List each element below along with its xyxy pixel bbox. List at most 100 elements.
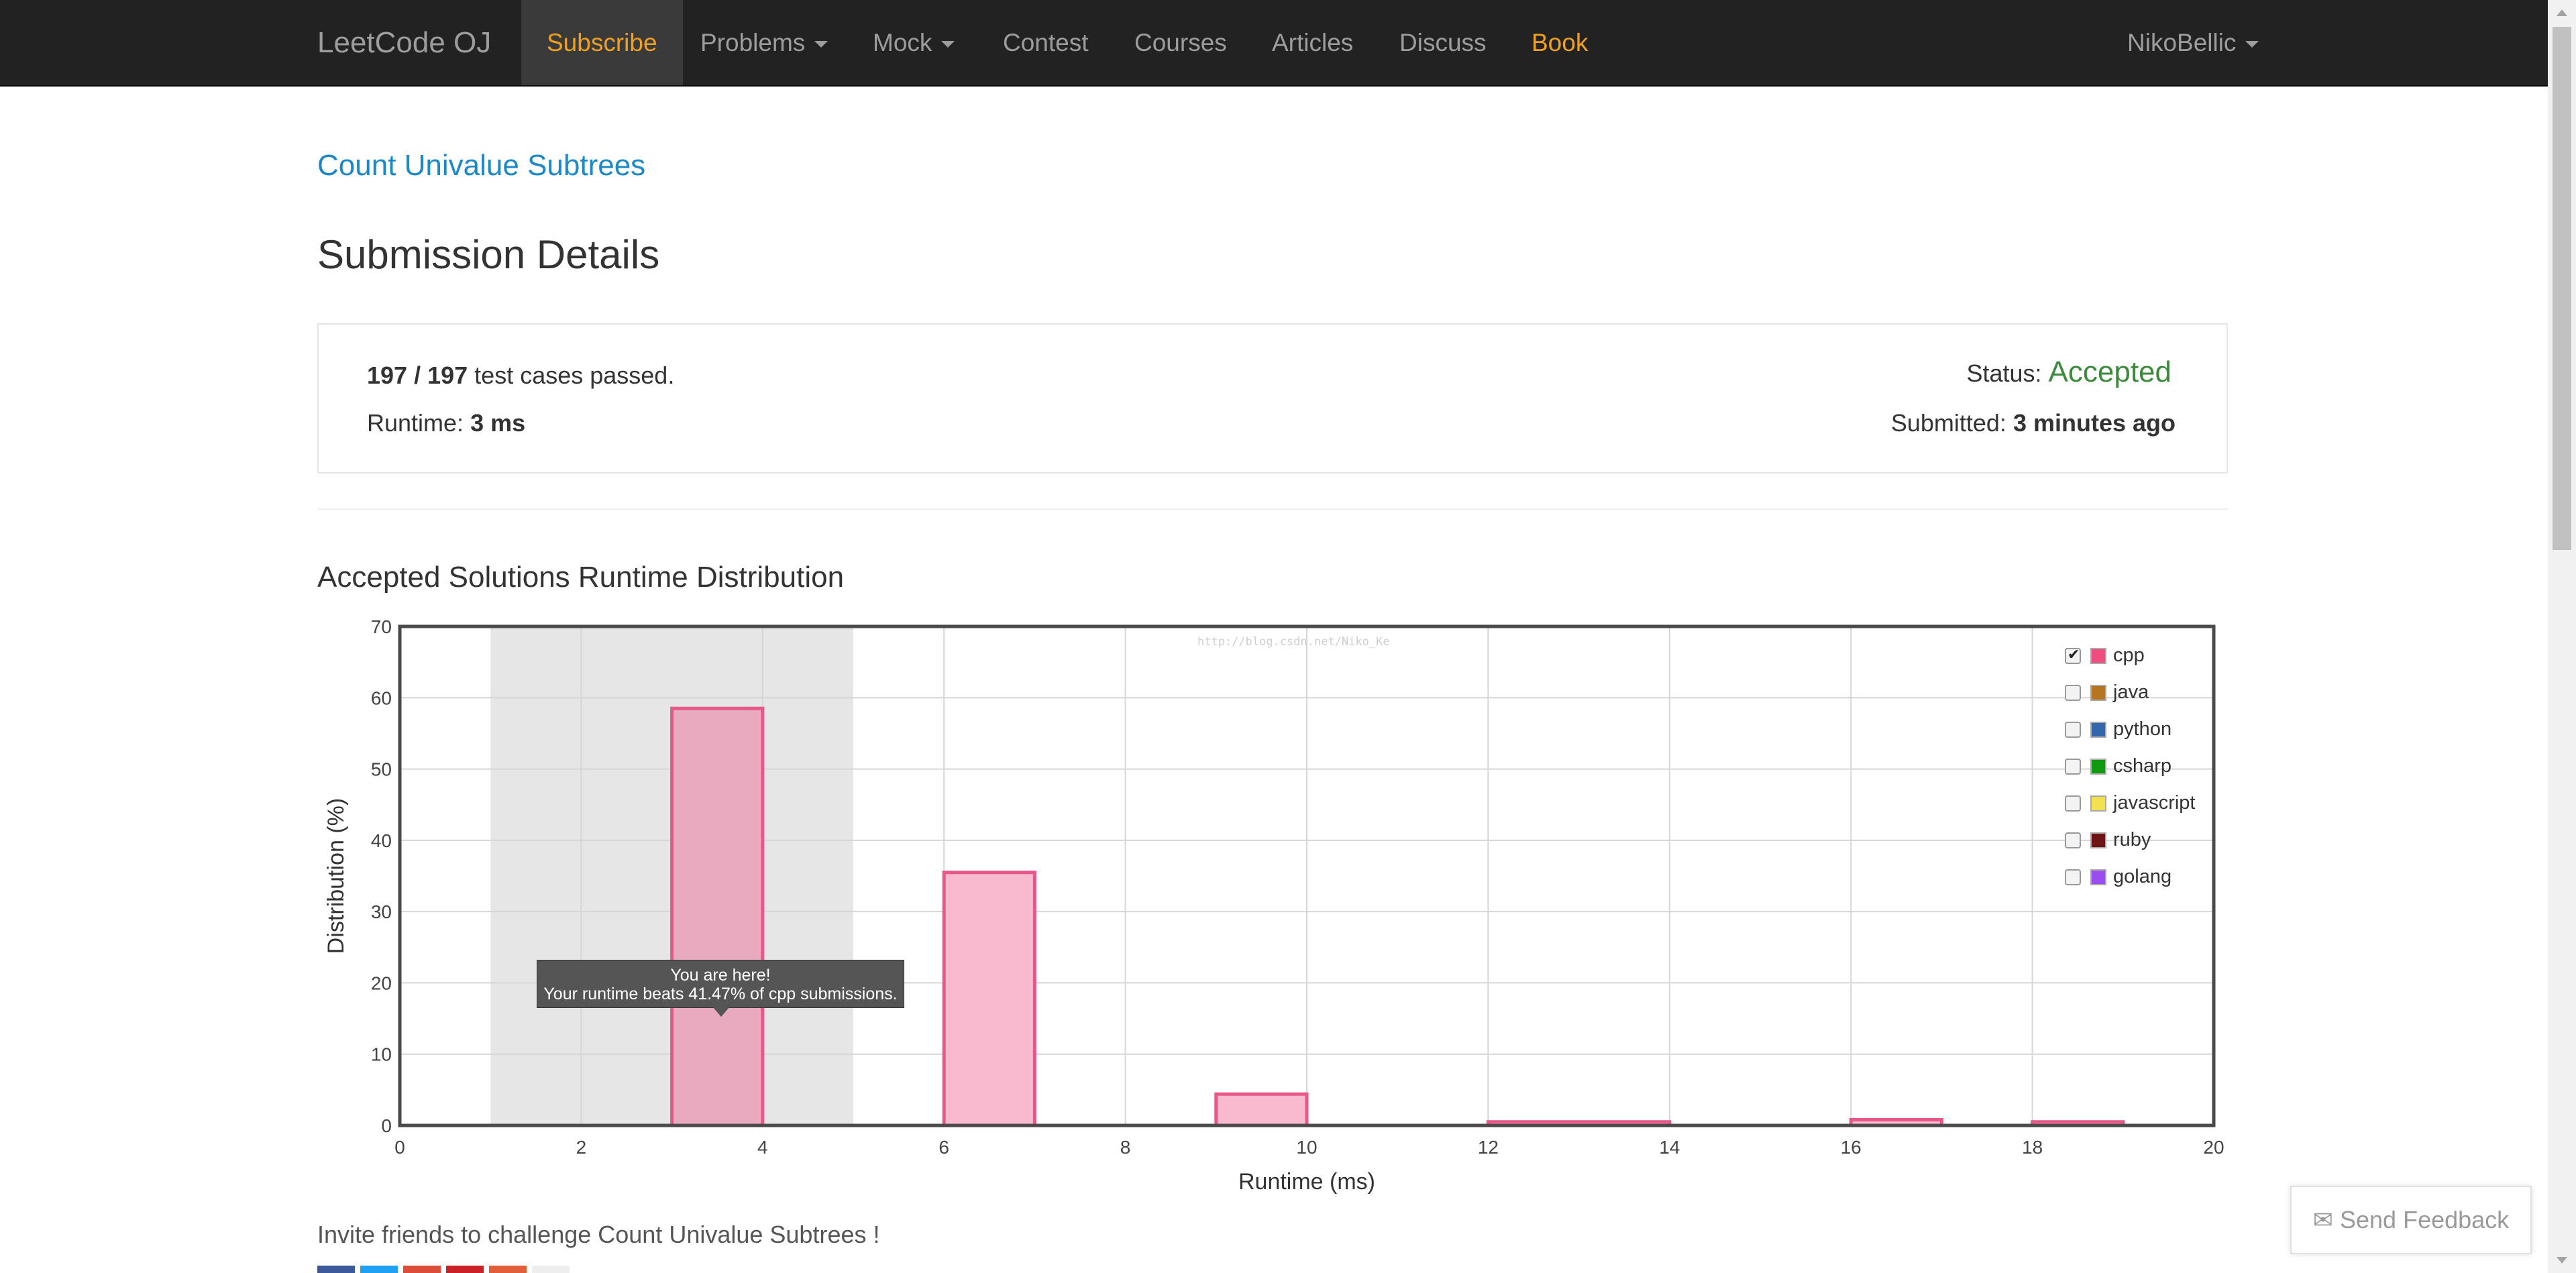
status-text: Status: Accepted xyxy=(1966,355,2171,389)
nav-mock[interactable]: Mock xyxy=(873,0,955,85)
legend-checkbox[interactable] xyxy=(2065,832,2081,848)
user-name: NikoBellic xyxy=(2127,29,2237,56)
runtime-distribution-chart: 0 10 20 30 40 50 60 70 0 2 4 6 8 10 12 14 16 18 20 Runtime … xyxy=(323,616,2224,1195)
legend-checkbox[interactable] xyxy=(2065,758,2081,775)
y-tick-label: 10 xyxy=(371,1044,392,1065)
nav-discuss[interactable]: Discuss xyxy=(1399,0,1487,85)
top-navbar: LeetCode OJ Subscribe Problems Mock Cont… xyxy=(0,0,2548,87)
x-tick-label: 6 xyxy=(938,1137,949,1158)
share-button[interactable] xyxy=(317,1266,355,1273)
total-count: 197 xyxy=(427,362,468,389)
legend-item-golang[interactable]: golang xyxy=(2065,859,2196,895)
y-tick-label: 50 xyxy=(371,759,392,780)
legend-swatch xyxy=(2090,647,2106,664)
runtime-label: Runtime: xyxy=(367,409,471,437)
y-tick-label: 70 xyxy=(371,616,392,637)
legend-label: csharp xyxy=(2113,755,2172,777)
nav-book[interactable]: Book xyxy=(1532,0,1588,85)
submitted-value: 3 minutes ago xyxy=(2012,409,2176,437)
brand-logo[interactable]: LeetCode OJ xyxy=(317,0,491,85)
legend-swatch xyxy=(2090,721,2106,738)
legend-item-csharp[interactable]: csharp xyxy=(2065,748,2196,785)
chart-bar-cpp xyxy=(1214,1092,1309,1127)
y-tick-label: 20 xyxy=(371,973,392,993)
legend-checkbox[interactable] xyxy=(2065,869,2081,885)
legend-item-python[interactable]: python xyxy=(2065,711,2196,748)
page-title: Submission Details xyxy=(317,232,660,277)
watermark-text: http://blog.csdn.net/Niko_Ke xyxy=(1197,635,1390,649)
page-scrollbar[interactable] xyxy=(2548,0,2576,1273)
legend-label: javascript xyxy=(2113,792,2196,814)
chart-legend: cpp java python csharp javascript ruby golang xyxy=(2065,637,2196,895)
share-button[interactable] xyxy=(403,1266,441,1273)
nav-articles[interactable]: Articles xyxy=(1272,0,1353,85)
nav-contest[interactable]: Contest xyxy=(1003,0,1089,85)
tooltip-line-1: You are here! xyxy=(670,966,771,985)
legend-checkbox[interactable] xyxy=(2065,684,2081,701)
nav-problems-label: Problems xyxy=(700,29,806,56)
passed-separator: / xyxy=(407,362,428,389)
scroll-thumb[interactable] xyxy=(2553,27,2571,550)
chevron-down-icon xyxy=(941,41,955,48)
legend-swatch xyxy=(2090,758,2106,775)
legend-checkbox[interactable] xyxy=(2065,795,2081,812)
legend-item-javascript[interactable]: javascript xyxy=(2065,785,2196,822)
chart-heading: Accepted Solutions Runtime Distribution xyxy=(317,561,845,594)
scroll-down-icon[interactable] xyxy=(2557,1257,2567,1264)
submitted-text: Submitted: 3 minutes ago xyxy=(1891,409,2176,437)
nav-subscribe[interactable]: Subscribe xyxy=(521,0,683,85)
x-tick-label: 12 xyxy=(1478,1137,1499,1158)
legend-label: python xyxy=(2113,718,2172,740)
share-button[interactable] xyxy=(489,1266,527,1273)
runtime-value: 3 ms xyxy=(470,409,526,437)
passed-suffix: test cases passed. xyxy=(468,362,675,389)
share-button[interactable] xyxy=(532,1266,570,1273)
legend-label: cpp xyxy=(2113,645,2145,666)
legend-label: java xyxy=(2113,681,2149,703)
invite-text: Invite friends to challenge Count Unival… xyxy=(317,1221,880,1248)
x-axis-label: Runtime (ms) xyxy=(1238,1169,1375,1195)
legend-swatch xyxy=(2090,795,2106,812)
legend-checkbox[interactable] xyxy=(2065,721,2081,738)
legend-item-ruby[interactable]: ruby xyxy=(2065,822,2196,859)
share-button[interactable] xyxy=(446,1266,484,1273)
legend-swatch xyxy=(2090,832,2106,848)
runtime-tooltip: You are here! Your runtime beats 41.47% … xyxy=(537,960,904,1017)
x-tick-label: 14 xyxy=(1659,1137,1680,1158)
status-badge: Accepted xyxy=(2048,355,2171,388)
legend-swatch xyxy=(2090,684,2106,701)
y-tick-label: 60 xyxy=(371,687,392,708)
scroll-up-icon[interactable] xyxy=(2557,9,2567,16)
y-tick-label: 30 xyxy=(371,901,392,922)
nav-problems[interactable]: Problems xyxy=(700,0,828,85)
send-feedback-button[interactable]: ✉ Send Feedback xyxy=(2290,1186,2532,1254)
tooltip-line-2: Your runtime beats 41.47% of cpp submiss… xyxy=(543,985,898,1003)
envelope-icon: ✉ xyxy=(2312,1206,2333,1233)
legend-swatch xyxy=(2090,869,2106,885)
y-tick-label: 40 xyxy=(371,830,392,851)
runtime-text: Runtime: 3 ms xyxy=(367,409,525,437)
legend-item-java[interactable]: java xyxy=(2065,674,2196,711)
share-buttons xyxy=(317,1266,570,1273)
test-cases-text: 197 / 197 test cases passed. xyxy=(367,362,674,390)
share-button[interactable] xyxy=(360,1266,398,1273)
legend-checkbox[interactable] xyxy=(2065,646,2081,664)
nav-courses[interactable]: Courses xyxy=(1134,0,1227,85)
chart-bar-cpp xyxy=(670,706,765,1127)
send-feedback-label: Send Feedback xyxy=(2340,1206,2510,1233)
x-tick-label: 2 xyxy=(576,1137,587,1158)
chevron-down-icon xyxy=(2245,41,2259,48)
x-tick-label: 20 xyxy=(2203,1137,2224,1158)
problem-link[interactable]: Count Univalue Subtrees xyxy=(317,149,645,182)
user-menu[interactable]: NikoBellic xyxy=(2127,0,2259,85)
section-divider xyxy=(317,508,2228,510)
y-tick-label: 0 xyxy=(381,1115,392,1136)
submitted-label: Submitted: xyxy=(1890,409,2013,437)
chart-bar-cpp xyxy=(942,871,1036,1127)
legend-label: ruby xyxy=(2113,829,2151,850)
chevron-down-icon xyxy=(814,41,828,48)
legend-item-cpp[interactable]: cpp xyxy=(2065,637,2196,674)
status-label: Status: xyxy=(1966,359,2049,387)
x-tick-label: 18 xyxy=(2022,1137,2043,1158)
y-axis-label: Distribution (%) xyxy=(323,798,349,954)
